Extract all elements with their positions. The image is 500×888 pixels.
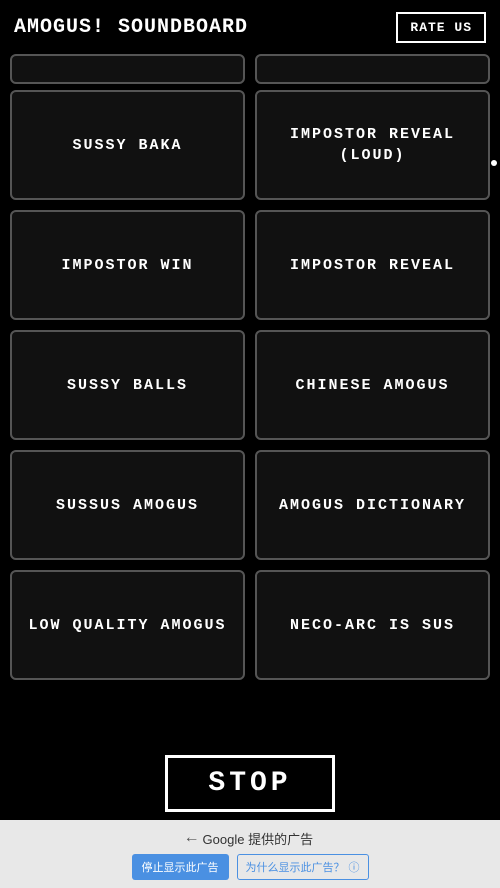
sound-card-low-quality-amogus[interactable]: LOW QUALITY AMOGUS — [10, 570, 245, 680]
ad-back-icon[interactable]: ← — [187, 829, 197, 847]
ad-bottom-row: 停止显示此广告 为什么显示此广告？ ⓘ — [132, 854, 369, 880]
sound-label-sussy-baka: SUSSY BAKA — [72, 135, 182, 156]
info-icon: ⓘ — [349, 859, 360, 875]
app-title: AMOGUS! Soundboard — [14, 16, 248, 39]
sound-card-chinese-amogus[interactable]: CHINESE AMOGUS — [255, 330, 490, 440]
sound-label-amogus-dictionary: AMOGUS DICTIONARY — [279, 495, 466, 516]
sound-card-sussus-amogus[interactable]: SUSSUS AMOGUS — [10, 450, 245, 560]
sound-card-amogus-dictionary[interactable]: AMOGUS DICTIONARY — [255, 450, 490, 560]
stop-container: STOP — [0, 745, 500, 820]
sound-card-sussy-balls[interactable]: SUSSY BALLS — [10, 330, 245, 440]
partial-card-right[interactable] — [255, 54, 490, 84]
sound-grid: SUSSY BAKA IMPOSTOR REVEAL (LOUD) IMPOSTOR… — [0, 84, 500, 745]
ad-banner: ← Google 提供的广告 停止显示此广告 为什么显示此广告？ ⓘ — [0, 820, 500, 888]
sound-label-neco-arc-is-sus: NECO-ARC IS SUS — [290, 615, 455, 636]
stop-ad-button[interactable]: 停止显示此广告 — [132, 854, 229, 880]
sound-label-impostor-win: IMPOSTOR WIN — [61, 255, 193, 276]
sound-card-impostor-reveal[interactable]: IMPOSTOR REVEAL — [255, 210, 490, 320]
sound-label-impostor-reveal: IMPOSTOR REVEAL — [290, 255, 455, 276]
why-ad-label: 为什么显示此广告？ — [246, 859, 345, 875]
ad-top-row: ← Google 提供的广告 — [187, 829, 313, 848]
sound-label-sussy-balls: SUSSY BALLS — [67, 375, 188, 396]
rate-us-button[interactable]: RATE US — [396, 12, 486, 43]
sound-card-impostor-reveal-loud[interactable]: IMPOSTOR REVEAL (LOUD) — [255, 90, 490, 200]
sound-card-impostor-win[interactable]: IMPOSTOR WIN — [10, 210, 245, 320]
scroll-indicator — [491, 160, 497, 166]
partial-card-left[interactable] — [10, 54, 245, 84]
why-ad-button[interactable]: 为什么显示此广告？ ⓘ — [237, 854, 369, 880]
sound-card-neco-arc-is-sus[interactable]: NECO-ARC IS SUS — [255, 570, 490, 680]
ad-google-label: Google 提供的广告 — [203, 829, 314, 848]
sound-label-impostor-reveal-loud: IMPOSTOR REVEAL (LOUD) — [267, 124, 478, 166]
partial-top-row — [0, 54, 500, 84]
sound-label-chinese-amogus: CHINESE AMOGUS — [295, 375, 449, 396]
app-header: AMOGUS! Soundboard RATE US — [0, 0, 500, 54]
sound-card-sussy-baka[interactable]: SUSSY BAKA — [10, 90, 245, 200]
sound-label-sussus-amogus: SUSSUS AMOGUS — [56, 495, 199, 516]
sound-label-low-quality-amogus: LOW QUALITY AMOGUS — [28, 615, 226, 636]
stop-button[interactable]: STOP — [165, 755, 334, 812]
